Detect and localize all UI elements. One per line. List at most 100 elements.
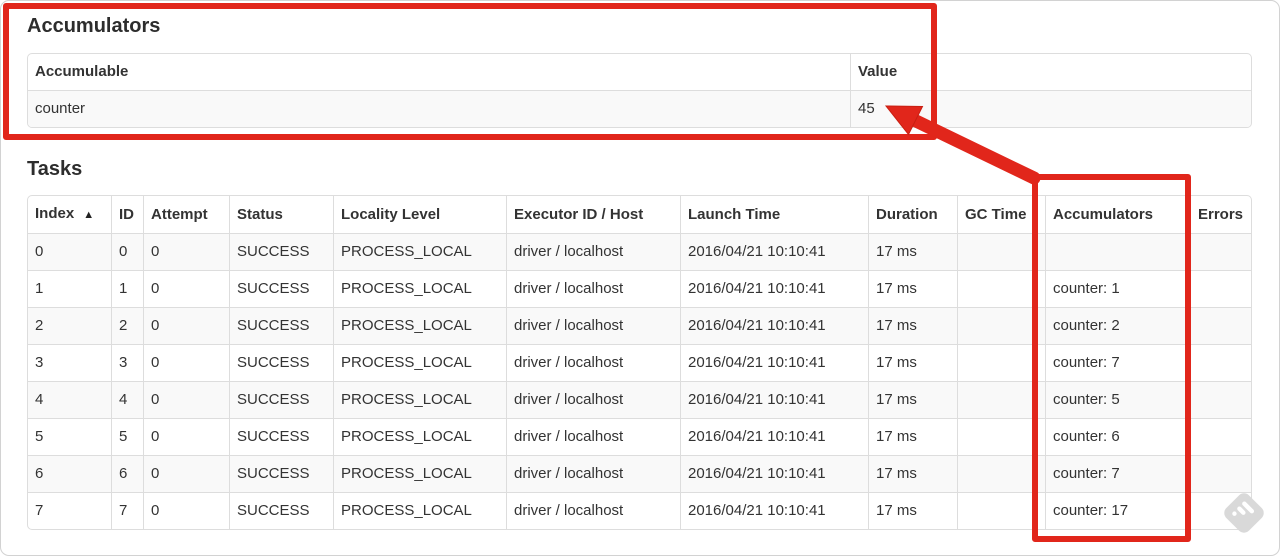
skitch-stamp-icon: [1224, 493, 1264, 533]
table-cell: 3: [28, 344, 111, 381]
table-cell: SUCCESS: [229, 492, 333, 529]
table-cell: [1190, 381, 1251, 418]
accumulators-header-row: Accumulable Value: [28, 54, 1251, 90]
table-cell: [1190, 418, 1251, 455]
accumulators-section-heading: Accumulators: [27, 15, 161, 37]
table-cell: [957, 307, 1045, 344]
table-cell: SUCCESS: [229, 270, 333, 307]
table-row: 3 3 0 SUCCESS PROCESS_LOCAL driver / localhos…: [28, 344, 1251, 381]
table-cell: 5: [28, 418, 111, 455]
tasks-table-wrap: Index ▲ ID Attempt Status Locality Level Execu…: [27, 195, 1252, 530]
table-cell: counter: 7: [1045, 344, 1190, 381]
table-cell: PROCESS_LOCAL: [333, 418, 506, 455]
table-row: 7 7 0 SUCCESS PROCESS_LOCAL driver / localhos…: [28, 492, 1251, 529]
table-cell: PROCESS_LOCAL: [333, 344, 506, 381]
column-header-launch-time[interactable]: Launch Time: [680, 196, 868, 233]
table-cell: 17 ms: [868, 492, 957, 529]
table-cell: 2016/04/21 10:10:41: [680, 418, 868, 455]
table-cell: 3: [111, 344, 143, 381]
column-header-index[interactable]: Index ▲: [28, 196, 111, 233]
table-cell: driver / localhost: [506, 381, 680, 418]
column-header-attempt[interactable]: Attempt: [143, 196, 229, 233]
column-header-id[interactable]: ID: [111, 196, 143, 233]
table-cell: 2016/04/21 10:10:41: [680, 270, 868, 307]
table-cell: 2016/04/21 10:10:41: [680, 307, 868, 344]
column-header-duration[interactable]: Duration: [868, 196, 957, 233]
table-row: 5 5 0 SUCCESS PROCESS_LOCAL driver / localhos…: [28, 418, 1251, 455]
table-cell: driver / localhost: [506, 270, 680, 307]
table-cell: [957, 270, 1045, 307]
table-cell: counter: [28, 90, 850, 127]
table-cell: PROCESS_LOCAL: [333, 233, 506, 270]
table-cell: counter: 17: [1045, 492, 1190, 529]
table-cell: [1190, 307, 1251, 344]
table-cell: counter: 5: [1045, 381, 1190, 418]
table-cell: 2016/04/21 10:10:41: [680, 233, 868, 270]
tasks-section-heading: Tasks: [27, 158, 83, 180]
table-cell: 2016/04/21 10:10:41: [680, 344, 868, 381]
table-cell: 17 ms: [868, 233, 957, 270]
table-row: 0 0 0 SUCCESS PROCESS_LOCAL driver / localhos…: [28, 233, 1251, 270]
table-row: 6 6 0 SUCCESS PROCESS_LOCAL driver / localhos…: [28, 455, 1251, 492]
table-row: counter 45: [28, 90, 1251, 127]
table-cell: 0: [28, 233, 111, 270]
table-cell: 0: [143, 233, 229, 270]
column-header-accumulators[interactable]: Accumulators: [1045, 196, 1190, 233]
table-cell: 4: [28, 381, 111, 418]
table-cell: 1: [28, 270, 111, 307]
column-header-gc-time[interactable]: GC Time: [957, 196, 1045, 233]
table-cell: [957, 344, 1045, 381]
column-header-locality-level[interactable]: Locality Level: [333, 196, 506, 233]
column-header-errors[interactable]: Errors: [1190, 196, 1251, 233]
table-cell: SUCCESS: [229, 233, 333, 270]
table-cell: SUCCESS: [229, 418, 333, 455]
page-content: Accumulators Accumulable Value counter 45 …: [0, 0, 1280, 530]
table-cell: 7: [28, 492, 111, 529]
table-cell: 17 ms: [868, 455, 957, 492]
column-header-accumulable: Accumulable: [35, 63, 129, 80]
table-cell: counter: 2: [1045, 307, 1190, 344]
table-cell: counter: 1: [1045, 270, 1190, 307]
table-cell: [1190, 233, 1251, 270]
table-row: 1 1 0 SUCCESS PROCESS_LOCAL driver / localhos…: [28, 270, 1251, 307]
table-cell: [957, 233, 1045, 270]
table-cell: driver / localhost: [506, 307, 680, 344]
column-header-executor-id-host[interactable]: Executor ID / Host: [506, 196, 680, 233]
table-cell: 0: [111, 233, 143, 270]
table-cell: PROCESS_LOCAL: [333, 270, 506, 307]
table-row: 2 2 0 SUCCESS PROCESS_LOCAL driver / localhos…: [28, 307, 1251, 344]
table-cell: [957, 381, 1045, 418]
table-cell: SUCCESS: [229, 344, 333, 381]
table-cell: 0: [143, 307, 229, 344]
table-cell: driver / localhost: [506, 455, 680, 492]
table-cell: driver / localhost: [506, 418, 680, 455]
table-cell: 0: [143, 270, 229, 307]
table-cell: 0: [143, 455, 229, 492]
table-cell: PROCESS_LOCAL: [333, 307, 506, 344]
table-cell: 4: [111, 381, 143, 418]
table-cell: PROCESS_LOCAL: [333, 492, 506, 529]
table-cell: 2016/04/21 10:10:41: [680, 455, 868, 492]
table-cell: 0: [143, 418, 229, 455]
table-cell: [1190, 270, 1251, 307]
table-cell: 17 ms: [868, 344, 957, 381]
table-cell: driver / localhost: [506, 233, 680, 270]
table-cell: SUCCESS: [229, 455, 333, 492]
tasks-table: Index ▲ ID Attempt Status Locality Level Execu…: [28, 196, 1251, 529]
table-cell: [1190, 344, 1251, 381]
table-cell: 0: [143, 492, 229, 529]
table-cell: counter: 7: [1045, 455, 1190, 492]
table-cell: 17 ms: [868, 270, 957, 307]
table-cell: 6: [28, 455, 111, 492]
column-header-value: Value: [850, 54, 1251, 90]
table-cell: 2: [28, 307, 111, 344]
table-cell: [957, 492, 1045, 529]
accumulators-table: Accumulable Value counter 45: [28, 54, 1251, 127]
column-header-status[interactable]: Status: [229, 196, 333, 233]
table-cell: 6: [111, 455, 143, 492]
table-cell: PROCESS_LOCAL: [333, 455, 506, 492]
table-cell: 7: [111, 492, 143, 529]
table-cell: counter: 6: [1045, 418, 1190, 455]
table-cell: 5: [111, 418, 143, 455]
table-cell: 45: [850, 90, 1251, 127]
